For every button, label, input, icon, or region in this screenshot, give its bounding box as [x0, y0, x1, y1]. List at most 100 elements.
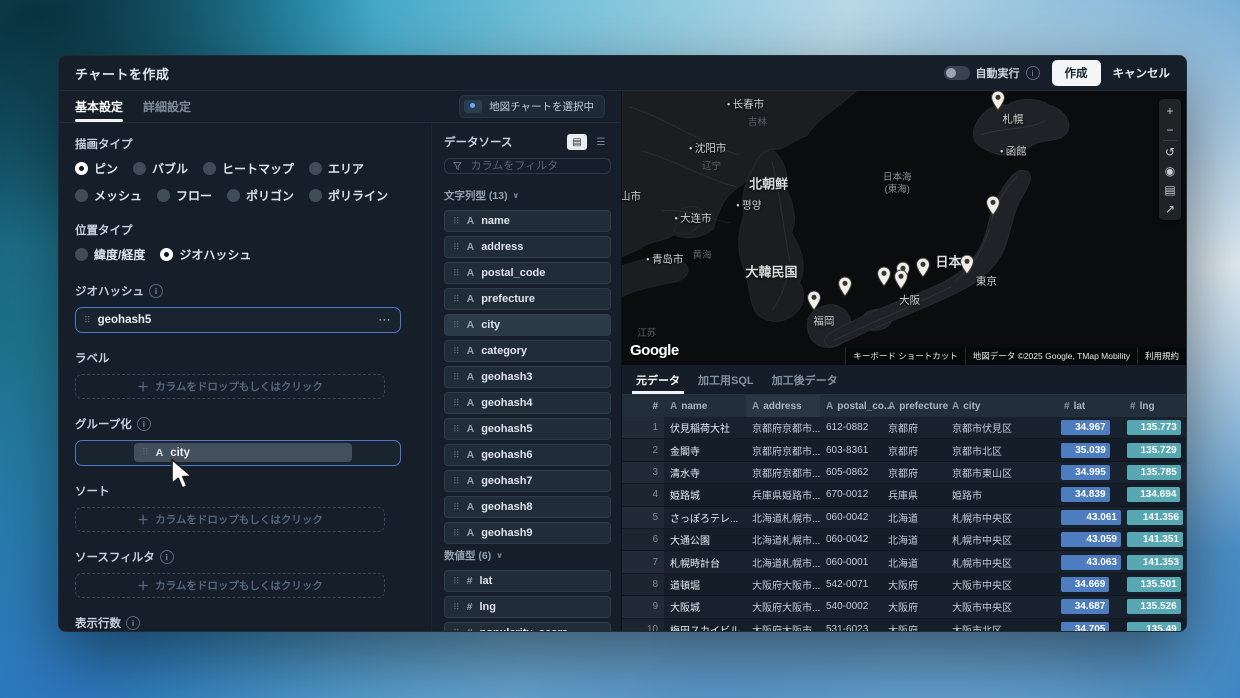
- info-icon[interactable]: i: [149, 284, 163, 298]
- drag-handle-icon: ⠿: [453, 397, 460, 408]
- draw-type-option-5[interactable]: フロー: [157, 187, 212, 204]
- column-chip-geohash4[interactable]: ⠿ Ageohash4: [444, 392, 611, 414]
- column-chip-geohash8[interactable]: ⠿ Ageohash8: [444, 496, 611, 518]
- column-chip-lat[interactable]: ⠿ # lat: [444, 570, 611, 592]
- column-chip-address[interactable]: ⠿ Aaddress: [444, 236, 611, 258]
- drag-handle-icon: ⠿: [453, 371, 460, 382]
- group-by-field[interactable]: ⠿ A city: [75, 440, 401, 466]
- view-grid-button[interactable]: ▤: [567, 134, 587, 150]
- map-pin-icon[interactable]: [806, 290, 821, 316]
- position-type-option-1[interactable]: ジオハッシュ: [160, 246, 251, 263]
- draw-type-option-3[interactable]: エリア: [309, 160, 364, 177]
- draw-type-option-7[interactable]: ポリライン: [309, 187, 388, 204]
- geohash-chip[interactable]: geohash5: [98, 314, 152, 326]
- column-chip-city[interactable]: ⠿ Acity: [444, 314, 611, 336]
- dropzone-placeholder: カラムをドロップもしくはクリック: [155, 580, 323, 592]
- column-chip-name[interactable]: ⠿ Aname: [444, 210, 611, 232]
- source-filter-dropzone[interactable]: ＋ カラムをドロップもしくはクリック: [75, 573, 385, 598]
- value-bar: 135.49: [1127, 621, 1181, 631]
- tab-source-data[interactable]: 元データ: [632, 365, 684, 394]
- column-group-header[interactable]: 文字列型 (13) ∨: [444, 188, 611, 203]
- map-pin-icon[interactable]: [915, 257, 930, 283]
- dragged-chip[interactable]: ⠿ A city: [134, 443, 352, 462]
- column-chip-geohash3[interactable]: ⠿ Ageohash3: [444, 366, 611, 388]
- map-pin-icon[interactable]: [893, 269, 908, 295]
- cell-address: 京都府京都市...: [752, 468, 820, 480]
- geohash-label: ジオハッシュ i: [75, 283, 415, 299]
- cell-lat: 34.995: [1058, 464, 1124, 480]
- column-chip-geohash7[interactable]: ⠿ Ageohash7: [444, 470, 611, 492]
- map-attribution: キーボード ショートカット 地図データ ©2025 Google, TMap M…: [845, 347, 1186, 365]
- tab-transformed-data[interactable]: 加工後データ: [772, 365, 838, 394]
- column-chip-label: category: [481, 345, 528, 357]
- column-chip-category[interactable]: ⠿ Acategory: [444, 340, 611, 362]
- create-button[interactable]: 作成: [1051, 60, 1101, 86]
- view-list-button[interactable]: ☰: [591, 134, 611, 150]
- radio-label: ピン: [94, 162, 119, 176]
- column-type-icon: A: [670, 400, 678, 412]
- geohash-field[interactable]: ⠿ geohash5 ⋯: [75, 307, 401, 333]
- value-label: 43.059: [1086, 534, 1117, 546]
- more-options-icon[interactable]: ⋯: [378, 312, 392, 328]
- map-pin-icon[interactable]: [985, 195, 1000, 221]
- cell-index: 5: [622, 506, 664, 528]
- reset-rotation-icon[interactable]: ↺: [1159, 142, 1181, 161]
- value-bar: 34.995: [1061, 464, 1110, 480]
- cell-city: 京都市東山区: [952, 468, 1012, 480]
- position-type-option-0[interactable]: 緯度/経度: [75, 246, 145, 263]
- map-pin-icon[interactable]: [838, 276, 853, 302]
- datasource-title: データソース: [444, 137, 513, 149]
- cell-postal-code: 060-0042: [826, 534, 869, 546]
- value-bar: 35.039: [1061, 442, 1110, 458]
- draw-type-option-4[interactable]: メッシュ: [75, 187, 142, 204]
- terms-link[interactable]: 利用規約: [1136, 347, 1186, 365]
- map-pin-icon[interactable]: [877, 266, 892, 292]
- locate-icon[interactable]: ◉: [1159, 161, 1181, 180]
- label-dropzone[interactable]: ＋ カラムをドロップもしくはクリック: [75, 374, 385, 399]
- keyboard-shortcuts-link[interactable]: キーボード ショートカット: [845, 347, 965, 365]
- drag-handle-icon[interactable]: ⠿: [84, 315, 91, 325]
- tab-transform-sql[interactable]: 加工用SQL: [698, 365, 754, 394]
- zoom-in-button[interactable]: +: [1159, 101, 1181, 120]
- cell-address: 大阪府大阪市...: [746, 622, 820, 631]
- cell-city: 京都市伏見区: [952, 424, 1012, 436]
- info-icon[interactable]: i: [126, 616, 140, 630]
- tab-basic-settings[interactable]: 基本設定: [75, 91, 124, 122]
- column-chip-geohash9[interactable]: ⠿ Ageohash9: [444, 522, 611, 544]
- info-icon[interactable]: i: [159, 550, 174, 564]
- column-chip-geohash5[interactable]: ⠿ Ageohash5: [444, 418, 611, 440]
- cell-lng: 135.785: [1124, 464, 1186, 480]
- column-chip-prefecture[interactable]: ⠿ Aprefecture: [444, 288, 611, 310]
- column-group-header[interactable]: 数値型 (6) ∨: [444, 548, 611, 563]
- sort-dropzone[interactable]: ＋ カラムをドロップもしくはクリック: [75, 507, 385, 532]
- column-chip-postal_code[interactable]: ⠿ Apostal_code: [444, 262, 611, 284]
- value-label: 135.729: [1140, 444, 1177, 456]
- draw-type-option-0[interactable]: ピン: [75, 160, 118, 177]
- table-row: 10梅田スカイビル大阪府大阪市... 531-6023 大阪府大阪市北区 34.705…: [622, 618, 1186, 631]
- cell-lng: 141.356: [1124, 509, 1186, 525]
- column-chip-popularity_score[interactable]: ⠿ # popularity_score: [444, 622, 611, 631]
- map-pin-icon[interactable]: [991, 91, 1006, 116]
- column-filter-input[interactable]: [468, 159, 602, 173]
- draw-type-option-1[interactable]: バブル: [133, 160, 188, 177]
- map-pin-icon[interactable]: [959, 254, 974, 280]
- layers-icon[interactable]: ▤: [1159, 180, 1181, 199]
- cancel-button[interactable]: キャンセル: [1113, 65, 1171, 81]
- column-filter[interactable]: [444, 158, 611, 174]
- column-chip-lng[interactable]: ⠿ # lng: [444, 596, 611, 618]
- draw-type-option-6[interactable]: ポリゴン: [227, 187, 294, 204]
- auto-run-toggle[interactable]: [943, 66, 970, 80]
- map-data-credit: 地図データ ©2025 Google, TMap Mobility: [964, 347, 1137, 365]
- draw-type-option-2[interactable]: ヒートマップ: [203, 160, 294, 177]
- map-canvas[interactable]: 长春市吉林沈阳市辽宁北朝鲜평양大连市山市青岛市黄海大韓民国日本海 (東海)日本札…: [622, 91, 1186, 365]
- cell-name: 清水寺: [670, 468, 700, 480]
- column-chip-label: prefecture: [481, 293, 535, 305]
- fullscreen-icon[interactable]: ↗: [1159, 199, 1181, 218]
- info-icon[interactable]: i: [136, 417, 151, 431]
- column-chip-geohash6[interactable]: ⠿ Ageohash6: [444, 444, 611, 466]
- tab-advanced-settings[interactable]: 詳細設定: [143, 91, 191, 122]
- cell-address: 兵庫県姫路市...: [752, 491, 820, 503]
- info-icon[interactable]: i: [1025, 66, 1040, 80]
- zoom-out-button[interactable]: −: [1159, 120, 1181, 139]
- mouse-cursor: [170, 458, 196, 497]
